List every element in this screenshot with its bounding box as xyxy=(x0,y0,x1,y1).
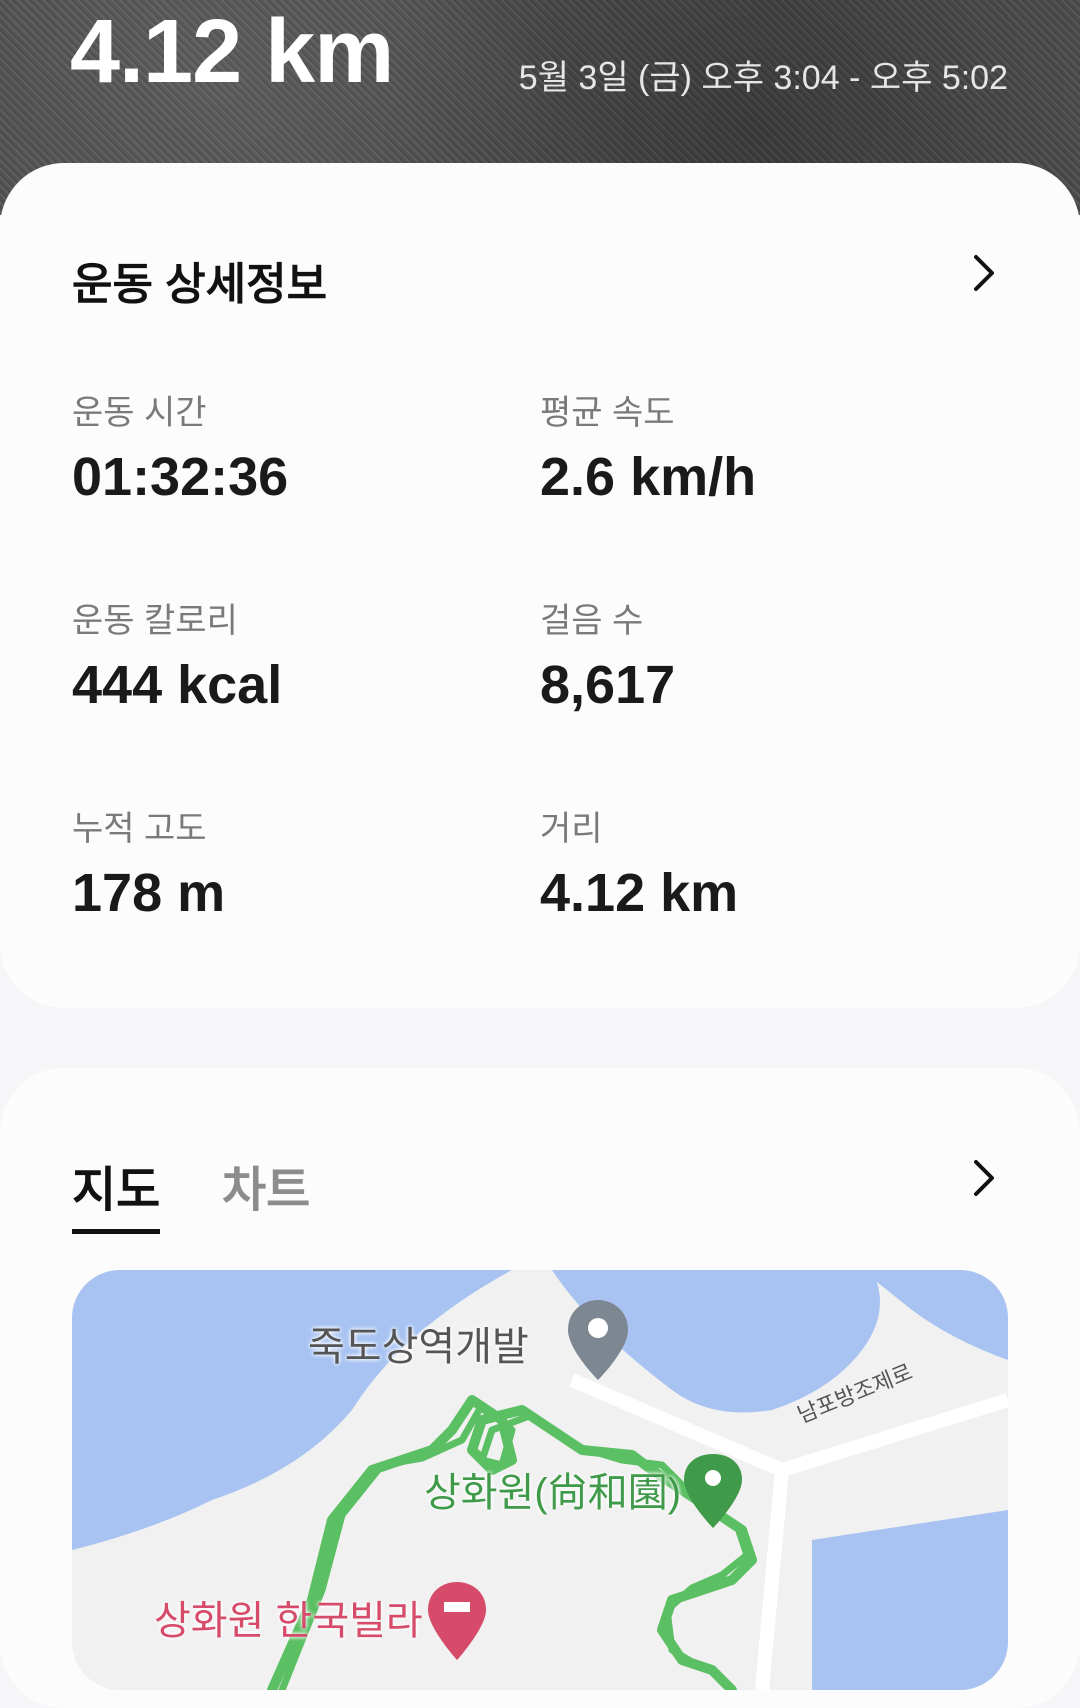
workout-details-card[interactable]: 운동 상세정보 운동 시간 01:32:36 평균 속도 2.6 km/h 운동… xyxy=(0,163,1080,1008)
map-label-hotel: 상화원 한국빌라 xyxy=(154,1599,423,1643)
stat-value: 178 m xyxy=(72,863,226,923)
stat-avg-speed: 평균 속도 2.6 km/h xyxy=(540,385,756,508)
stat-value: 444 kcal xyxy=(72,655,283,715)
stat-elevation: 누적 고도 178 m xyxy=(72,801,225,924)
stat-label: 걸음 수 xyxy=(540,602,644,640)
stat-label: 거리 xyxy=(540,810,603,848)
stat-value: 4.12 km xyxy=(540,863,739,923)
workout-date-range: 5월 3일 (금) 오후 3:04 - 오후 5:02 xyxy=(518,59,1008,97)
map-label-park: 상화원(尙和園) xyxy=(424,1471,682,1515)
chevron-right-icon[interactable] xyxy=(962,251,1006,295)
stat-label: 평균 속도 xyxy=(540,394,675,432)
chevron-right-icon[interactable] xyxy=(962,1156,1006,1200)
workout-details-title: 운동 상세정보 xyxy=(72,260,328,309)
total-distance: 4.12 km xyxy=(70,2,394,102)
stat-label: 누적 고도 xyxy=(72,810,207,848)
route-map[interactable]: 죽도상역개발 상화원(尙和園) 상화원 한국빌라 남포방조제로 xyxy=(72,1270,1008,1690)
tab-chart[interactable]: 차트 xyxy=(222,1150,310,1220)
map-label-place: 죽도상역개발 xyxy=(308,1325,529,1369)
stat-distance: 거리 4.12 km xyxy=(540,801,738,924)
stat-calories: 운동 칼로리 444 kcal xyxy=(72,593,282,716)
stat-value: 2.6 km/h xyxy=(540,447,757,507)
stat-label: 운동 시간 xyxy=(72,394,207,432)
stat-value: 01:32:36 xyxy=(72,447,289,507)
stat-steps: 걸음 수 8,617 xyxy=(540,593,675,716)
stat-value: 8,617 xyxy=(540,655,676,715)
tab-map[interactable]: 지도 xyxy=(72,1150,161,1234)
stat-label: 운동 칼로리 xyxy=(72,602,238,640)
stat-duration: 운동 시간 01:32:36 xyxy=(72,385,288,508)
